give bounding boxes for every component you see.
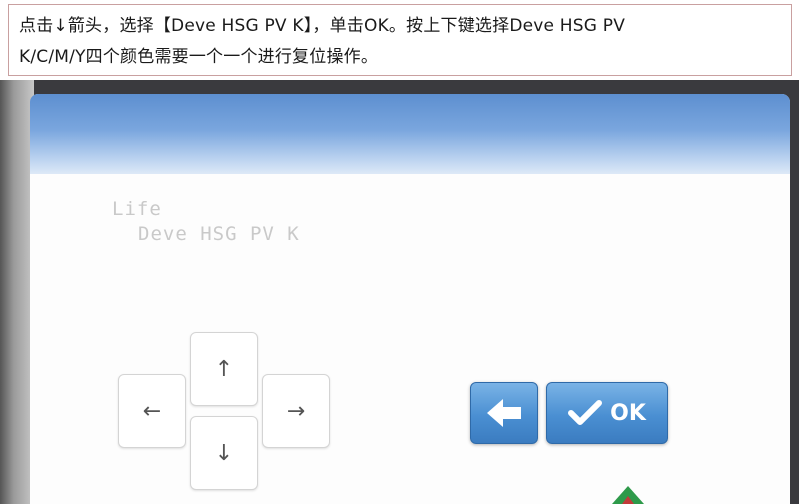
left-arrow-button[interactable]: ←: [118, 374, 186, 448]
caption-line-2: K/C/M/Y四个颜色需要一个一个进行复位操作。: [19, 47, 379, 67]
down-arrow-button[interactable]: ↓: [190, 416, 258, 490]
ok-label: OK: [610, 400, 646, 426]
device-bezel: [0, 80, 34, 504]
back-button[interactable]: [470, 382, 538, 444]
touch-screen: Life Deve HSG PV K ↑ ← → ↓ OK: [30, 94, 790, 504]
left-arrow-icon: ←: [142, 398, 162, 424]
device-photo: Life Deve HSG PV K ↑ ← → ↓ OK: [0, 80, 799, 504]
up-arrow-button[interactable]: ↑: [190, 332, 258, 406]
instruction-caption: 点击↓箭头，选择【Deve HSG PV K】，单击OK。按上下键选择Deve …: [8, 4, 792, 76]
right-arrow-button[interactable]: →: [262, 374, 330, 448]
watermark-logo-icon: [612, 486, 644, 504]
caption-line-1: 点击↓箭头，选择【Deve HSG PV K】，单击OK。按上下键选择Deve …: [19, 16, 626, 36]
life-label: Life: [112, 198, 162, 220]
right-arrow-icon: →: [286, 398, 306, 424]
screen-header-bar: [30, 94, 790, 174]
page: 点击↓箭头，选择【Deve HSG PV K】，单击OK。按上下键选择Deve …: [0, 0, 799, 504]
back-arrow-icon: [487, 399, 521, 427]
down-arrow-icon: ↓: [214, 440, 234, 466]
ok-button[interactable]: OK: [546, 382, 668, 444]
up-arrow-icon: ↑: [214, 356, 234, 382]
check-icon: [568, 400, 603, 425]
selected-item-label: Deve HSG PV K: [138, 223, 300, 245]
